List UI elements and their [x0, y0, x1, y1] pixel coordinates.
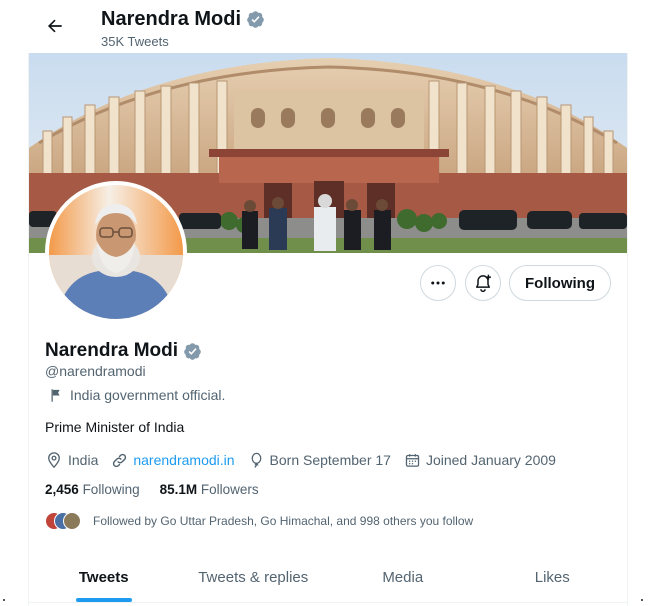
joined-text: Joined January 2009 [425, 452, 556, 468]
following-stat[interactable]: 2,456 Following [45, 482, 140, 497]
balloon-icon [251, 452, 261, 468]
profile-header-bar: Narendra Modi 35K Tweets [28, 0, 628, 53]
verified-badge-icon [247, 11, 264, 28]
arrow-left-icon [48, 19, 62, 33]
header-name: Narendra Modi [101, 8, 265, 31]
mutual-avatar [63, 512, 81, 530]
location-item: India [45, 451, 98, 469]
edge-artifact [641, 599, 643, 601]
joined-item: Joined January 2009 [404, 452, 556, 469]
bell-plus-icon [476, 274, 491, 293]
link-icon [113, 453, 127, 467]
followers-stat-label: Followers [200, 482, 259, 497]
tab-media[interactable]: Media [328, 553, 478, 602]
more-options-button[interactable] [420, 265, 456, 301]
profile-avatar[interactable] [45, 181, 187, 323]
avatar-portrait-illustration [49, 185, 183, 319]
followers-stat[interactable]: 85.1M Followers [160, 482, 259, 497]
profile-bio: Prime Minister of India [45, 419, 185, 435]
header-name-text: Narendra Modi [101, 8, 242, 30]
notifications-button[interactable] [465, 265, 501, 301]
followers-you-know[interactable]: Followed by Go Uttar Pradesh, Go Himacha… [45, 512, 473, 530]
government-label-text: India government official. [70, 387, 226, 403]
calendar-icon [405, 453, 420, 467]
flag-icon [51, 388, 60, 402]
profile-meta: India narendramodi.in Born September 17 … [45, 451, 569, 469]
government-label[interactable]: India government official. [49, 387, 225, 403]
tab-label: Media [382, 569, 424, 586]
more-horizontal-icon [431, 281, 445, 285]
verified-badge-icon [184, 342, 201, 360]
followers-count: 85.1M [159, 482, 198, 497]
profile-name: Narendra Modi [45, 340, 202, 362]
birthday-text: Born September 17 [269, 452, 391, 468]
tab-label: Tweets [78, 569, 129, 586]
website-item: narendramodi.in [111, 452, 235, 469]
followed-by-text: Followed by Go Uttar Pradesh, Go Himacha… [93, 514, 474, 528]
tab-likes[interactable]: Likes [478, 553, 628, 602]
follow-stats: 2,456 Following 85.1M Followers [45, 482, 259, 497]
website-link[interactable]: narendramodi.in [133, 452, 234, 468]
following-count: 2,456 [45, 482, 79, 497]
profile-handle: @narendramodi [45, 363, 146, 379]
tab-tweets[interactable]: Tweets [29, 553, 179, 602]
back-button[interactable] [40, 11, 70, 41]
birthday-item: Born September 17 [248, 452, 391, 469]
profile-tabs: Tweets Tweets & replies Media Likes [29, 553, 627, 603]
mutual-follower-avatars [45, 512, 83, 530]
tab-label: Tweets & replies [198, 569, 309, 586]
following-stat-label: Following [82, 482, 140, 497]
tab-tweets-replies[interactable]: Tweets & replies [179, 553, 329, 602]
tab-label: Likes [534, 569, 570, 586]
edge-artifact [3, 599, 5, 601]
active-tab-indicator [75, 598, 132, 602]
location-pin-icon [48, 452, 60, 469]
location-text: India [68, 452, 99, 468]
profile-name-text: Narendra Modi [45, 340, 179, 361]
following-button[interactable]: Following [509, 265, 611, 301]
tweet-count: 35K Tweets [101, 34, 169, 49]
